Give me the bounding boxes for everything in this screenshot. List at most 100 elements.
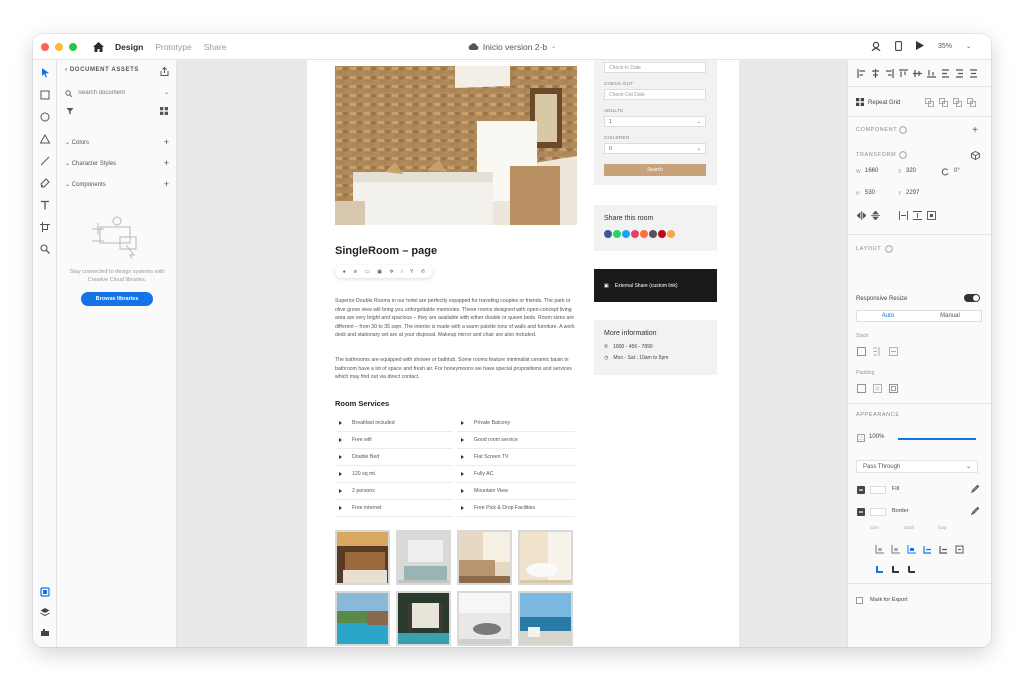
artboard-singleroom-page[interactable]: SingleRoom – page ● ≋ ▭ ▣ ✲ ı Y ✆ Superi…	[307, 60, 739, 647]
ellipse-tool-icon[interactable]	[39, 111, 51, 123]
play-preview-icon[interactable]	[915, 41, 924, 52]
join-miter-icon[interactable]	[922, 544, 932, 554]
padding-uniform-icon[interactable]	[872, 383, 882, 393]
distribute-horizontal-icon[interactable]	[940, 68, 950, 78]
resize-auto-option[interactable]: Auto	[857, 311, 919, 321]
stack-horizontal-icon[interactable]	[888, 346, 898, 356]
zoom-tool-icon[interactable]	[39, 243, 51, 255]
align-right-icon[interactable]	[884, 68, 894, 78]
export-icon[interactable]	[159, 66, 169, 76]
resize-manual-option[interactable]: Manual	[919, 311, 981, 321]
x-field[interactable]: 320	[906, 168, 916, 174]
padding-none-icon[interactable]	[856, 383, 866, 393]
width-field[interactable]: 1660	[865, 168, 878, 174]
join-round-icon[interactable]	[938, 544, 948, 554]
text-tool-icon[interactable]	[39, 199, 51, 211]
add-icon[interactable]: +	[164, 138, 169, 147]
twitter-icon[interactable]	[622, 230, 630, 238]
tab-prototype[interactable]: Prototype	[155, 42, 191, 52]
gallery-thumbnail[interactable]	[457, 530, 512, 585]
zoom-level[interactable]: 35%	[938, 43, 952, 50]
border-color-swatch[interactable]	[870, 508, 886, 516]
adults-select[interactable]: 1 ⌄	[604, 116, 706, 127]
responsive-resize-toggle[interactable]	[964, 294, 980, 302]
distribute-spacing-icon[interactable]	[968, 68, 978, 78]
coediting-icon[interactable]	[871, 41, 881, 53]
padding-sides-icon[interactable]	[888, 383, 898, 393]
border-outer-icon[interactable]	[890, 544, 900, 554]
gallery-thumbnail[interactable]	[396, 591, 451, 646]
border-center-icon[interactable]	[906, 544, 916, 554]
boolean-intersect-icon[interactable]	[952, 97, 962, 107]
grid-view-icon[interactable]	[159, 106, 169, 116]
search-button[interactable]: Search	[604, 164, 706, 176]
chevron-down-icon[interactable]: ⌄	[966, 43, 971, 50]
zoom-window-button[interactable]	[69, 42, 77, 51]
share-icon[interactable]	[667, 230, 675, 238]
whatsapp-icon[interactable]	[613, 230, 621, 238]
document-name[interactable]: Inicio version 2-b	[483, 42, 547, 52]
gallery-thumbnail[interactable]	[518, 530, 573, 585]
flip-vertical-icon[interactable]	[870, 210, 880, 220]
minimize-window-button[interactable]	[55, 42, 63, 51]
eyedropper-icon[interactable]	[970, 505, 980, 515]
stack-vertical-icon[interactable]	[872, 346, 882, 356]
gallery-thumbnail[interactable]	[457, 591, 512, 646]
fit-content-icon[interactable]	[926, 210, 936, 220]
fill-checkbox[interactable]	[856, 485, 866, 495]
chevron-down-icon[interactable]: ⌄	[164, 89, 169, 96]
gallery-thumbnail[interactable]	[518, 591, 573, 646]
fill-color-swatch[interactable]	[870, 486, 886, 494]
character-styles-section[interactable]: ⌄ Character Styles +	[65, 159, 169, 168]
resize-width-icon[interactable]	[898, 210, 908, 220]
instagram-icon[interactable]	[631, 230, 639, 238]
cap-round-icon[interactable]	[890, 564, 900, 574]
align-bottom-icon[interactable]	[926, 68, 936, 78]
add-component-icon[interactable]: +	[970, 125, 980, 136]
layers-panel-icon[interactable]	[39, 606, 51, 618]
close-window-button[interactable]	[41, 42, 49, 51]
cap-square-icon[interactable]	[906, 564, 916, 574]
repeat-grid-button[interactable]: Repeat Grid	[856, 98, 900, 108]
gallery-thumbnail[interactable]	[335, 591, 390, 646]
pen-tool-icon[interactable]	[39, 177, 51, 189]
facebook-icon[interactable]	[604, 230, 612, 238]
reddit-icon[interactable]	[640, 230, 648, 238]
gallery-thumbnail[interactable]	[396, 530, 451, 585]
blend-mode-select[interactable]: Pass Through ⌄	[856, 460, 978, 473]
mark-for-export-checkbox[interactable]	[856, 597, 863, 604]
email-icon[interactable]	[649, 230, 657, 238]
rotation-field[interactable]: 0°	[954, 168, 960, 174]
search-input[interactable]	[78, 89, 150, 96]
rectangle-tool-icon[interactable]	[39, 89, 51, 101]
add-icon[interactable]: +	[164, 180, 169, 189]
add-icon[interactable]: +	[164, 159, 169, 168]
assets-panel-icon[interactable]	[39, 586, 51, 598]
children-select[interactable]: 0 ⌄	[604, 143, 706, 154]
plugins-panel-icon[interactable]	[39, 626, 51, 638]
boolean-exclude-icon[interactable]	[966, 97, 976, 107]
boolean-subtract-icon[interactable]	[938, 97, 948, 107]
distribute-vertical-icon[interactable]	[954, 68, 964, 78]
cap-butt-icon[interactable]	[874, 564, 884, 574]
browse-libraries-button[interactable]: Browse libraries	[81, 292, 153, 306]
eyedropper-icon[interactable]	[970, 483, 980, 493]
gallery-thumbnail[interactable]	[335, 530, 390, 585]
artboard-tool-icon[interactable]	[39, 221, 51, 233]
tab-share[interactable]: Share	[204, 42, 227, 52]
border-inner-icon[interactable]	[874, 544, 884, 554]
colors-section[interactable]: ⌄ Colors +	[65, 138, 169, 147]
y-field[interactable]: 2297	[906, 190, 919, 196]
chevron-down-icon[interactable]: ⌄	[551, 43, 556, 50]
border-checkbox[interactable]	[856, 507, 866, 517]
checkin-date-field[interactable]: Check-In Date	[604, 62, 706, 73]
checkout-date-field[interactable]: Check-Out Date	[604, 89, 706, 100]
tab-design[interactable]: Design	[115, 42, 143, 52]
line-tool-icon[interactable]	[39, 155, 51, 167]
join-bevel-icon[interactable]	[954, 544, 964, 554]
mobile-preview-icon[interactable]	[895, 40, 902, 53]
align-middle-icon[interactable]	[912, 68, 922, 78]
external-share-button[interactable]: ▣ External Share (custom link)	[594, 269, 717, 302]
stack-none-icon[interactable]	[856, 346, 866, 356]
align-left-icon[interactable]	[856, 68, 866, 78]
